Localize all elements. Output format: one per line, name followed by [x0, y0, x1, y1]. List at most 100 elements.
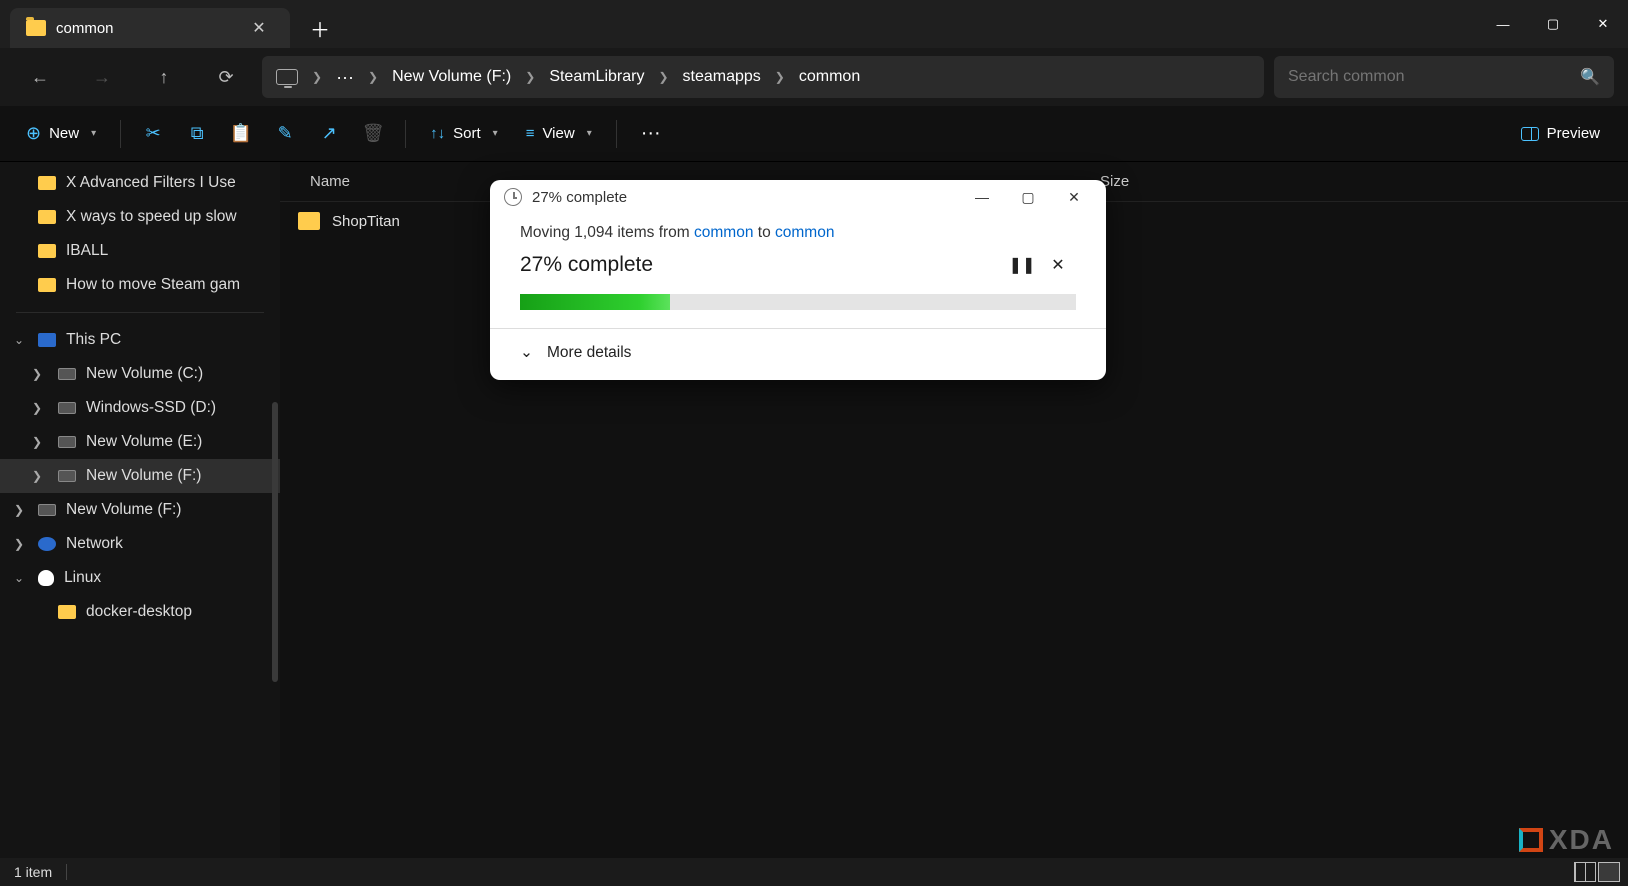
dialog-title: 27% complete [532, 189, 954, 206]
up-button[interactable]: ↑ [146, 59, 182, 95]
back-button[interactable]: ← [22, 59, 58, 95]
breadcrumb-bar[interactable]: ❯ ··· ❯ New Volume (F:) ❯ SteamLibrary ❯… [262, 56, 1264, 98]
move-mid: to [753, 224, 775, 241]
sort-button[interactable]: ↑↓ Sort ▾ [418, 117, 510, 150]
sidebar-network[interactable]: ❯ Network [0, 527, 280, 561]
paste-button[interactable]: 📋 [221, 114, 261, 154]
title-bar: common ✕ ＋ — ▢ ✕ [0, 0, 1628, 48]
share-button[interactable]: ↗ [309, 114, 349, 154]
copy-button[interactable]: ⧉ [177, 114, 217, 154]
sidebar-this-pc[interactable]: ⌄ This PC [0, 323, 280, 357]
sidebar-item-label: docker-desktop [86, 603, 192, 621]
cancel-button[interactable]: ✕ [1040, 250, 1076, 280]
view-button[interactable]: ≡ View ▾ [514, 117, 604, 150]
search-box[interactable]: 🔍 [1274, 56, 1614, 98]
watermark-text: XDA [1549, 824, 1614, 856]
chevron-right-icon: ❯ [14, 537, 24, 551]
sidebar-scrollbar[interactable] [272, 402, 278, 682]
sidebar-item-label: New Volume (F:) [86, 467, 201, 485]
sidebar-item-label: This PC [66, 331, 121, 349]
pc-icon [276, 69, 298, 85]
large-icons-toggle[interactable] [1598, 862, 1620, 882]
chevron-down-icon: ⌄ [14, 571, 24, 585]
more-button[interactable]: ··· [629, 114, 673, 153]
sidebar-drive-f[interactable]: ❯ New Volume (F:) [0, 459, 280, 493]
source-link[interactable]: common [694, 224, 753, 241]
chevron-down-icon: ⌄ [520, 343, 533, 362]
chevron-right-icon: ❯ [775, 70, 785, 84]
minimize-button[interactable]: — [1478, 4, 1528, 44]
sidebar-item-folder[interactable]: X Advanced Filters I Use [0, 166, 280, 200]
window-controls: — ▢ ✕ [1478, 4, 1628, 44]
breadcrumb-overflow[interactable]: ··· [336, 67, 354, 88]
sidebar-item-folder[interactable]: X ways to speed up slow [0, 200, 280, 234]
sidebar-item-label: New Volume (E:) [86, 433, 202, 451]
sidebar-drive-d[interactable]: ❯Windows-SSD (D:) [0, 391, 280, 425]
progress-bar [520, 294, 1076, 310]
delete-button[interactable]: 🗑 [353, 114, 393, 154]
divider [66, 864, 67, 880]
folder-icon [38, 244, 56, 258]
sidebar-item-label: X Advanced Filters I Use [66, 174, 236, 192]
sidebar-item-label: Windows-SSD (D:) [86, 399, 216, 417]
new-label: New [49, 125, 79, 142]
dialog-maximize-button[interactable]: ▢ [1010, 189, 1046, 206]
sidebar-item-folder[interactable]: How to move Steam gam [0, 268, 280, 302]
close-window-button[interactable]: ✕ [1578, 4, 1628, 44]
linux-icon [38, 570, 54, 586]
network-icon [38, 537, 56, 551]
dialog-close-button[interactable]: ✕ [1056, 189, 1092, 206]
sidebar-drive-f2[interactable]: ❯New Volume (F:) [0, 493, 280, 527]
folder-icon [58, 605, 76, 619]
sidebar-drive-e[interactable]: ❯ New Volume (E:) [0, 425, 280, 459]
file-transfer-dialog: 27% complete — ▢ ✕ Moving 1,094 items fr… [490, 180, 1106, 380]
close-tab-icon[interactable]: ✕ [244, 18, 274, 38]
sidebar-docker[interactable]: docker-desktop [0, 595, 280, 629]
dialog-minimize-button[interactable]: — [964, 189, 1000, 205]
maximize-button[interactable]: ▢ [1528, 4, 1578, 44]
divider [405, 120, 406, 148]
crumb-common[interactable]: common [799, 68, 860, 86]
divider [120, 120, 121, 148]
chevron-down-icon: ⌄ [14, 333, 24, 347]
sidebar-item-label: How to move Steam gam [66, 276, 240, 294]
sidebar-linux[interactable]: ⌄Linux [0, 561, 280, 595]
search-input[interactable] [1288, 68, 1570, 86]
new-button[interactable]: ⊕ New ▾ [14, 115, 108, 152]
refresh-button[interactable]: ⟳ [208, 59, 244, 95]
drive-icon [58, 470, 76, 482]
folder-icon [26, 20, 46, 36]
forward-button[interactable]: → [84, 59, 120, 95]
progress-fill [520, 294, 670, 310]
cut-button[interactable]: ✂ [133, 114, 173, 154]
pause-button[interactable]: ❚❚ [1004, 250, 1040, 280]
crumb-steamlibrary[interactable]: SteamLibrary [549, 68, 644, 86]
preview-button[interactable]: Preview [1507, 117, 1614, 150]
dest-link[interactable]: common [775, 224, 834, 241]
crumb-drive[interactable]: New Volume (F:) [392, 68, 511, 86]
chevron-down-icon: ▾ [587, 128, 592, 139]
rename-button[interactable]: ✎ [265, 114, 305, 154]
drive-icon [58, 436, 76, 448]
status-bar: 1 item [0, 858, 1628, 886]
sidebar-drive-c[interactable]: ❯New Volume (C:) [0, 357, 280, 391]
chevron-right-icon: ❯ [368, 70, 378, 84]
more-details-button[interactable]: ⌄ More details [490, 328, 1106, 380]
chevron-down-icon: ▾ [91, 128, 96, 139]
crumb-steamapps[interactable]: steamapps [683, 68, 761, 86]
list-icon: ≡ [526, 125, 535, 142]
search-icon[interactable]: 🔍 [1580, 67, 1600, 87]
tab-common[interactable]: common ✕ [10, 8, 290, 48]
chevron-down-icon: ▾ [493, 128, 498, 139]
sidebar-item-folder[interactable]: IBALL [0, 234, 280, 268]
chevron-right-icon: ❯ [32, 435, 42, 449]
file-name: ShopTitan [332, 213, 400, 230]
percent-text: 27% complete [520, 253, 1004, 277]
sort-label: Sort [453, 125, 481, 142]
folder-icon [298, 212, 320, 230]
chevron-right-icon: ❯ [32, 469, 42, 483]
new-tab-button[interactable]: ＋ [300, 14, 340, 43]
details-view-toggle[interactable] [1574, 862, 1596, 882]
sidebar-item-label: New Volume (C:) [86, 365, 203, 383]
sidebar-item-label: Network [66, 535, 123, 553]
